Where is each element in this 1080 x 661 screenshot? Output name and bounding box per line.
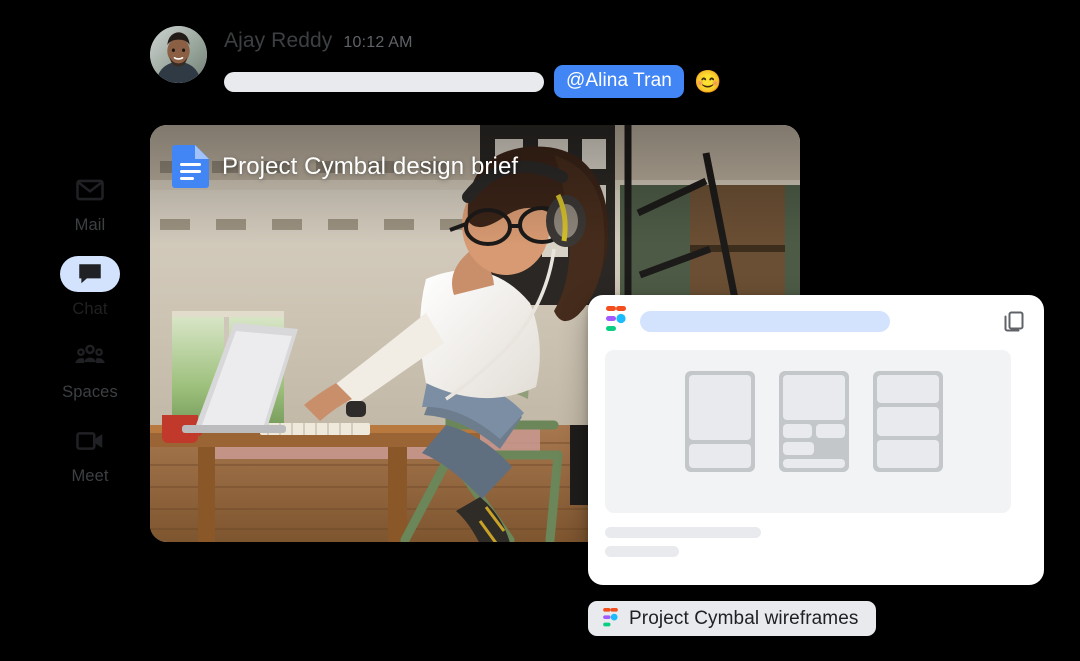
google-docs-icon [172,145,209,188]
chat-icon-wrap [60,255,120,292]
wireframe-block [877,375,939,404]
wireframe-block [783,442,814,455]
figma-skeleton-line-2 [605,546,679,557]
spaces-icon [75,344,105,363]
figma-preview-card[interactable] [588,295,1044,585]
figma-logo-icon [606,306,626,331]
message-meta: Ajay Reddy 10:12 AM [224,29,413,53]
mention-chip[interactable]: @Alina Tran [554,65,684,98]
spaces-icon-wrap [60,339,120,375]
wireframe-frame-2 [779,371,849,472]
sidebar-item-spaces-label: Spaces [62,383,118,401]
sidebar-item-chat-label: Chat [72,299,108,318]
sidebar-item-spaces[interactable]: Spaces [42,339,138,401]
figma-url-placeholder[interactable] [640,310,890,332]
sidebar-item-mail[interactable]: Mail [42,172,138,234]
wireframe-block [816,424,845,438]
wireframe-frame-1 [685,371,755,472]
doc-card-header: Project Cymbal design brief [172,145,518,188]
chat-icon [79,263,101,283]
smiling-face-emoji[interactable]: 😊 [694,70,721,93]
copy-icon[interactable] [1002,309,1026,333]
sidebar-item-meet-label: Meet [71,466,109,485]
mail-icon-wrap [60,172,120,208]
wireframe-block [877,439,939,468]
user-avatar-photo [150,26,207,83]
wireframe-block [877,407,939,436]
meet-icon-wrap [60,423,120,459]
wireframe-block [783,459,845,468]
sidebar-item-mail-label: Mail [74,216,106,234]
message-body: @Alina Tran 😊 [224,65,721,98]
avatar[interactable] [150,26,207,83]
meet-icon [76,431,103,450]
wireframe-frame-3 [873,371,943,472]
figma-card-topbar [588,295,1044,347]
figma-skeleton-line-1 [605,527,761,538]
figma-file-chip[interactable]: Project Cymbal wireframes [588,601,876,636]
wireframe-row [783,424,845,438]
sidebar-item-meet[interactable]: Meet [42,423,138,485]
wireframe-row [783,442,845,455]
figma-wireframe-canvas [605,350,1011,513]
wireframe-block [783,375,845,420]
sidebar-item-chat[interactable]: Chat [42,255,138,318]
wireframe-block [689,444,751,468]
figma-logo-icon [603,607,618,626]
wireframe-block [783,424,812,438]
sender-name: Ajay Reddy [224,29,333,52]
message-timestamp: 10:12 AM [343,34,413,51]
message-text-placeholder [224,71,544,92]
mail-icon [76,179,104,201]
doc-card-title: Project Cymbal design brief [222,152,519,180]
figma-file-chip-label: Project Cymbal wireframes [629,607,859,629]
wireframe-block [689,375,751,440]
